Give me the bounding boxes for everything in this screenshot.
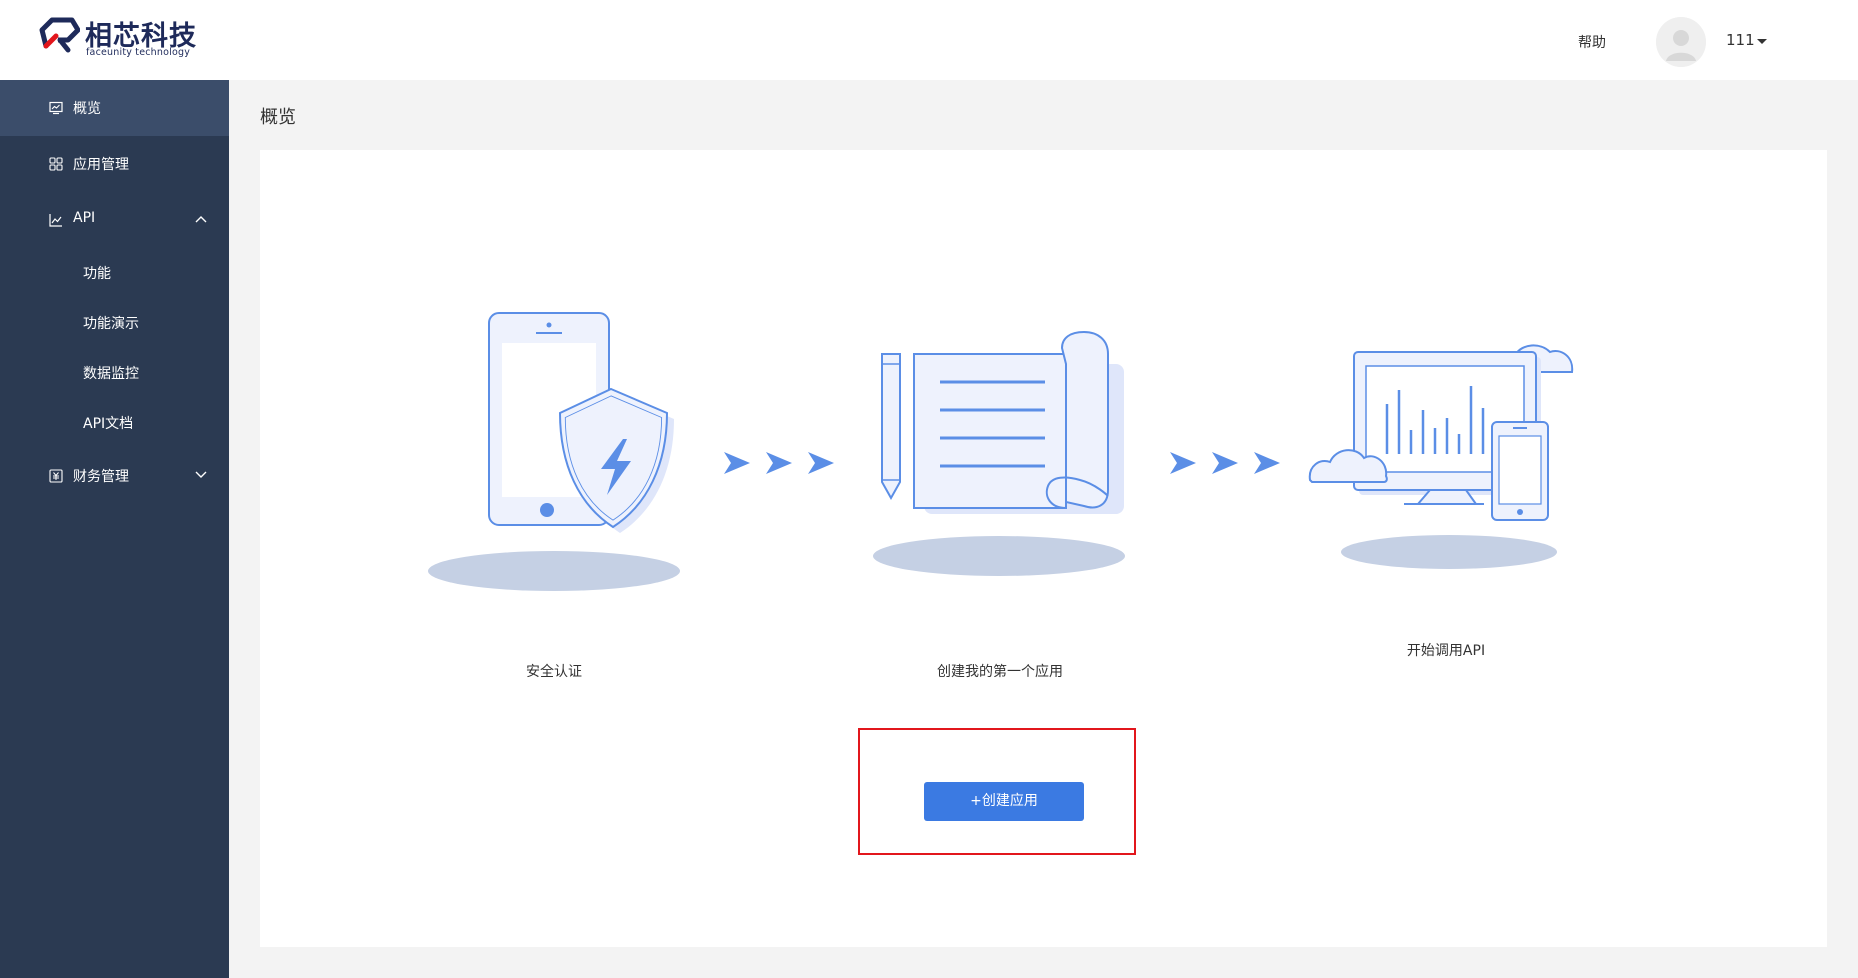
sidebar-item-label: 应用管理	[73, 157, 129, 173]
finance-icon	[49, 469, 63, 483]
create-app-button[interactable]: +创建应用	[924, 782, 1084, 821]
step-label-create-app: 创建我的第一个应用	[937, 664, 1063, 680]
sidebar-subitem-label: API文档	[83, 416, 134, 432]
dashboard-icon	[49, 101, 63, 115]
user-name-dropdown[interactable]: 111	[1726, 31, 1755, 49]
step-label-call-api: 开始调用API	[1406, 643, 1486, 659]
sidebar-item-label: 概览	[73, 101, 101, 117]
sidebar-subitem-label: 功能演示	[83, 316, 139, 332]
line-chart-icon	[49, 214, 62, 227]
monitor-cloud-illustration	[1308, 344, 1574, 569]
sidebar-subitem-feature-demo[interactable]: 功能演示	[0, 298, 229, 348]
avatar[interactable]	[1656, 17, 1706, 67]
sidebar-subitem-label: 数据监控	[83, 366, 139, 382]
sidebar-item-label: 财务管理	[73, 469, 129, 485]
sidebar-item-overview[interactable]: 概览	[0, 80, 229, 136]
apps-grid-icon	[49, 157, 63, 171]
phone-shield-illustration	[428, 312, 680, 591]
page-title: 概览	[260, 107, 296, 128]
sidebar-item-finance[interactable]: 财务管理	[0, 448, 229, 504]
sidebar-subitem-data-monitoring[interactable]: 数据监控	[0, 348, 229, 398]
sidebar-subitem-features[interactable]: 功能	[0, 248, 229, 298]
user-avatar-icon	[1656, 17, 1706, 67]
caret-down-icon[interactable]	[1757, 39, 1767, 44]
help-link[interactable]: 帮助	[1578, 32, 1606, 52]
sidebar: 概览 应用管理 API 功能 功能演示 数据监控 API文档 财务管理	[0, 80, 229, 978]
sidebar-subitem-label: 功能	[83, 266, 111, 282]
document-scroll-illustration	[873, 330, 1125, 576]
top-header: 相芯科技 faceunity technology 帮助 111	[0, 0, 1858, 80]
chevron-down-icon	[195, 471, 207, 478]
chevron-up-icon	[195, 216, 207, 223]
arrow-chevrons-icon	[1170, 452, 1280, 474]
company-logo[interactable]: 相芯科技 faceunity technology	[38, 14, 198, 58]
step-label-security: 安全认证	[526, 664, 582, 680]
sidebar-item-app-management[interactable]: 应用管理	[0, 136, 229, 192]
logo-text-en: faceunity technology	[86, 47, 191, 58]
arrow-chevrons-icon	[724, 452, 834, 474]
sidebar-item-api[interactable]: API	[0, 192, 229, 248]
sidebar-item-label: API	[73, 210, 96, 226]
logo-icon	[39, 17, 80, 53]
sidebar-subitem-api-docs[interactable]: API文档	[0, 398, 229, 448]
